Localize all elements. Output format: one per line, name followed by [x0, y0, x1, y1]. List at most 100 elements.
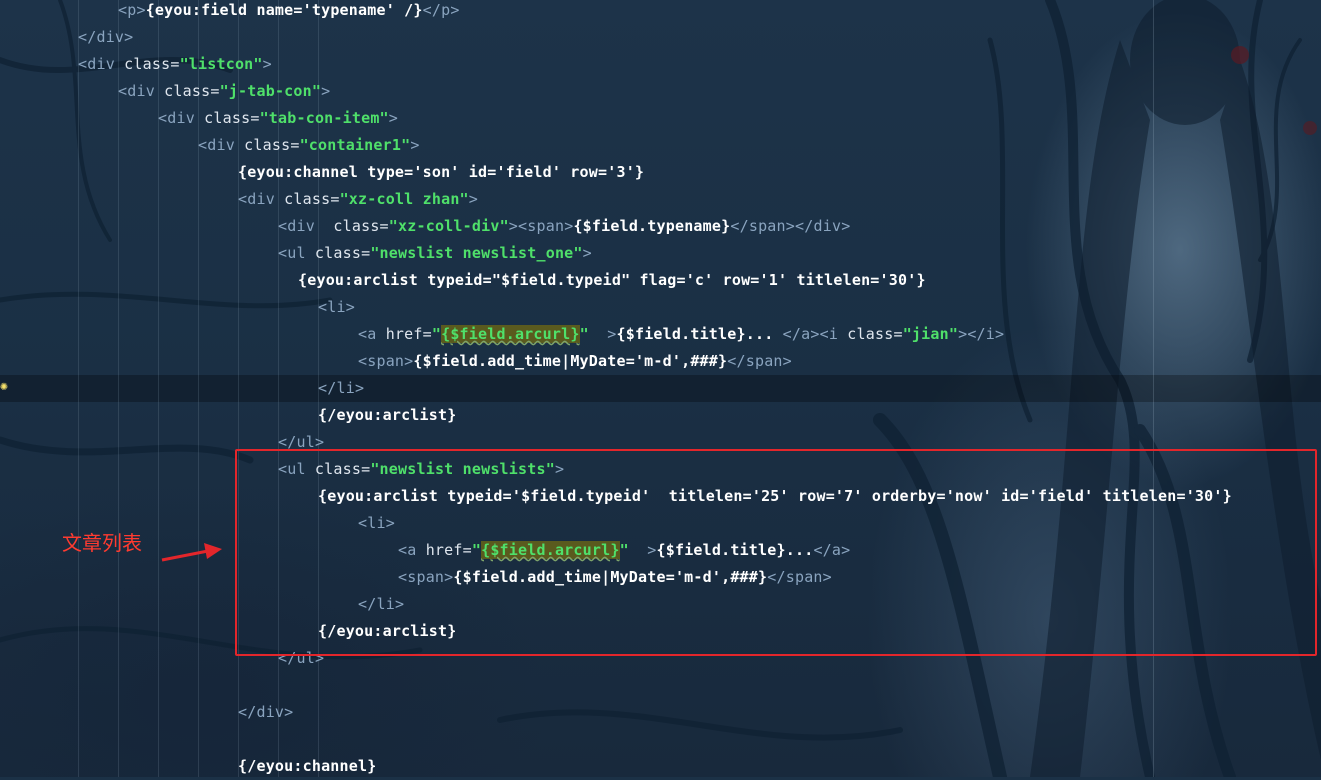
- code-string-token: "xz-coll-div": [388, 217, 509, 235]
- code-string-token: ": [579, 325, 589, 343]
- code-tag-token: <: [118, 1, 128, 19]
- code-line[interactable]: <li>: [318, 294, 355, 321]
- code-tag-token: </: [727, 352, 746, 370]
- code-tag-token: >: [468, 190, 479, 208]
- code-attr-token: class=: [154, 82, 220, 100]
- code-tag-token: >: [124, 28, 134, 46]
- arrow-right-icon: [161, 543, 222, 562]
- code-tag-token: span: [745, 352, 783, 370]
- code-string-token: "j-tab-con": [219, 82, 322, 100]
- code-tag-token: <: [158, 109, 168, 127]
- code-string-token: "tab-con-item": [259, 109, 389, 127]
- code-tag-token: div: [287, 217, 315, 235]
- code-tag-token: <: [318, 298, 328, 316]
- code-tag-token: >: [607, 325, 617, 343]
- code-attr-token: [589, 325, 607, 343]
- code-line[interactable]: <div class="container1">: [198, 132, 420, 159]
- code-tag-token: <: [238, 190, 248, 208]
- code-tag-token: </: [782, 325, 802, 343]
- code-template-token: {$field.title}...: [616, 325, 783, 343]
- code-tag-token: <: [819, 325, 829, 343]
- code-tag-token: >: [450, 1, 460, 19]
- code-line[interactable]: <div class="j-tab-con">: [118, 78, 330, 105]
- code-tag-token: <: [278, 217, 288, 235]
- code-line[interactable]: <p>{eyou:field name='typename' /}</p>: [118, 0, 460, 24]
- code-attr-token: class=: [314, 217, 389, 235]
- code-tag-token: a: [801, 325, 811, 343]
- code-tag-token: >: [782, 352, 792, 370]
- code-string-token: "jian": [902, 325, 959, 343]
- lightbulb-icon[interactable]: ✺: [0, 379, 8, 394]
- code-attr-token: class=: [114, 55, 180, 73]
- code-tag-token: >: [785, 217, 796, 235]
- code-attr-token: class=: [305, 244, 371, 262]
- code-tag-token: <: [518, 217, 528, 235]
- code-line[interactable]: <span>{$field.add_time|MyDate='m-d',###}…: [358, 348, 792, 375]
- code-tag-token: i: [828, 325, 839, 343]
- code-tag-token: div: [127, 82, 155, 100]
- code-tag-token: >: [388, 109, 399, 127]
- code-line[interactable]: <ul class="newslist newslist_one">: [278, 240, 592, 267]
- code-line[interactable]: {eyou:channel type='son' id='field' row=…: [238, 159, 644, 186]
- code-tag-token: >: [354, 379, 365, 397]
- code-tag-token: </: [730, 217, 749, 235]
- code-line[interactable]: <div class="tab-con-item">: [158, 105, 398, 132]
- code-tag-token: >: [995, 325, 1005, 343]
- code-tag-token: span: [527, 217, 565, 235]
- code-tag-token: div: [87, 55, 115, 73]
- code-line[interactable]: <a href="{$field.arcurl}" >{$field.title…: [358, 321, 1004, 348]
- code-tag-token: i: [985, 325, 996, 343]
- code-tag-token: div: [247, 190, 275, 208]
- code-tag-token: >: [810, 325, 820, 343]
- code-line[interactable]: </div>: [238, 699, 293, 726]
- code-attr-token: class=: [234, 136, 300, 154]
- code-tag-token: <: [358, 352, 368, 370]
- code-string-token: {$field.arcurl}: [441, 325, 580, 343]
- code-tag-token: li: [327, 298, 346, 316]
- code-tag-token: li: [336, 379, 355, 397]
- code-tag-token: >: [410, 136, 420, 154]
- code-tag-token: div: [167, 109, 195, 127]
- code-tag-token: <: [358, 325, 368, 343]
- code-tag-token: >: [958, 325, 968, 343]
- code-line[interactable]: <div class="xz-coll-div"><span>{$field.t…: [278, 213, 850, 240]
- code-line[interactable]: </div>: [78, 24, 133, 51]
- code-tag-token: </: [238, 703, 257, 721]
- code-tag-token: </: [967, 325, 986, 343]
- code-tag-token: >: [321, 82, 331, 100]
- code-attr-token: class=: [838, 325, 903, 343]
- code-template-token: {eyou:channel type='son' id='field' row=…: [238, 163, 645, 181]
- code-tag-token: >: [284, 703, 294, 721]
- code-template-token: {/eyou:arclist}: [318, 406, 457, 424]
- code-attr-token: class=: [194, 109, 260, 127]
- code-tag-token: div: [96, 28, 125, 46]
- code-tag-token: >: [345, 298, 355, 316]
- code-tag-token: </: [795, 217, 814, 235]
- code-tag-token: p: [441, 1, 451, 19]
- code-string-token: "xz-coll zhan": [339, 190, 469, 208]
- code-tag-token: ul: [287, 244, 306, 262]
- code-tag-token: >: [136, 1, 146, 19]
- right-margin-guide: [1153, 0, 1154, 777]
- code-tag-token: >: [582, 244, 592, 262]
- code-tag-token: >: [841, 217, 851, 235]
- code-tag-token: <: [78, 55, 88, 73]
- code-tag-token: <: [278, 244, 288, 262]
- code-template-token: {eyou:arclist typeid="$field.typeid" fla…: [298, 271, 926, 289]
- code-tag-token: <: [198, 136, 208, 154]
- code-tag-token: div: [813, 217, 842, 235]
- code-line[interactable]: <div class="listcon">: [78, 51, 272, 78]
- code-tag-token: span: [367, 352, 405, 370]
- code-string-token: "newslist newslist_one": [370, 244, 583, 262]
- code-line[interactable]: <div class="xz-coll zhan">: [238, 186, 478, 213]
- code-tag-token: </: [422, 1, 442, 19]
- code-line[interactable]: {/eyou:channel}: [238, 753, 376, 780]
- code-tag-token: >: [262, 55, 272, 73]
- code-template-token: {$field.typename}: [573, 217, 731, 235]
- code-line[interactable]: </li>: [318, 375, 364, 402]
- indent-guide: [78, 0, 79, 777]
- code-line[interactable]: {/eyou:arclist}: [318, 402, 456, 429]
- code-line[interactable]: {eyou:arclist typeid="$field.typeid" fla…: [298, 267, 926, 294]
- code-tag-token: span: [748, 217, 786, 235]
- code-tag-token: </: [78, 28, 97, 46]
